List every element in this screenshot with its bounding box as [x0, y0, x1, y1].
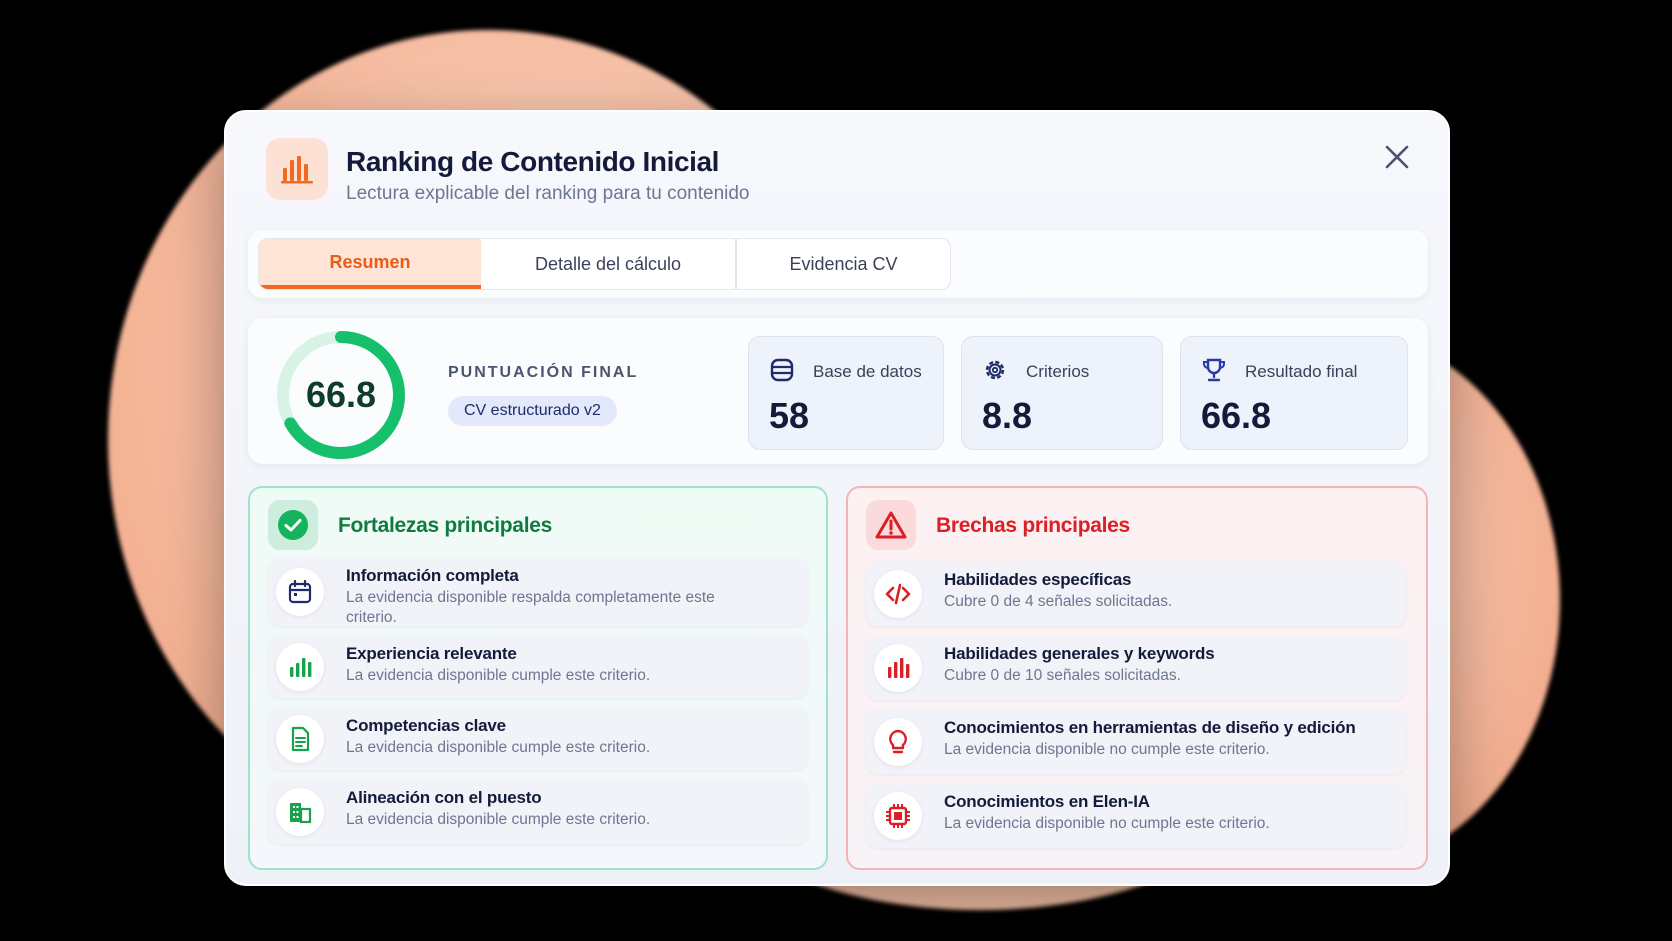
- gear-icon: [980, 355, 1010, 385]
- list-item: Alineación con el puesto La evidencia di…: [268, 780, 808, 844]
- chip-icon: [874, 792, 922, 840]
- tab-detalle-calculo[interactable]: Detalle del cálculo: [481, 239, 735, 289]
- stat-criterios: Criterios 8.8: [961, 336, 1163, 450]
- gaps-card: Brechas principales Habilidades específi…: [846, 486, 1428, 870]
- modal-title: Ranking de Contenido Inicial: [346, 146, 720, 177]
- list-item: Habilidades generales y keywords Cubre 0…: [866, 636, 1406, 700]
- gaps-title: Brechas principales: [936, 514, 1130, 537]
- item-desc: Cubre 0 de 10 señales solicitadas.: [944, 667, 1181, 684]
- item-desc: La evidencia disponible cumple este crit…: [346, 667, 651, 684]
- list-item: Información completa La evidencia dispon…: [268, 558, 808, 626]
- calendar-icon: [276, 568, 324, 616]
- list-item: Conocimientos en herramientas de diseño …: [866, 710, 1406, 774]
- list-item: Experiencia relevante La evidencia dispo…: [268, 636, 808, 698]
- item-title: Conocimientos en Elen-IA: [944, 792, 1150, 811]
- bar-chart-icon: [874, 644, 922, 692]
- list-item: Conocimientos en Elen-IA La evidencia di…: [866, 784, 1406, 848]
- stat-resultado-final: Resultado final 66.8: [1180, 336, 1408, 450]
- item-title: Alineación con el puesto: [346, 788, 542, 807]
- item-title: Competencias clave: [346, 716, 506, 735]
- item-title: Habilidades generales y keywords: [944, 644, 1215, 663]
- close-icon: [1385, 145, 1409, 169]
- item-desc: La evidencia disponible no cumple este c…: [944, 815, 1270, 832]
- strengths-title: Fortalezas principales: [338, 514, 552, 537]
- stat-value: 8.8: [982, 395, 1033, 436]
- bar-chart-icon: [276, 643, 324, 691]
- item-desc: La evidencia disponible no cumple este c…: [944, 741, 1270, 758]
- check-circle-icon: [268, 500, 318, 550]
- code-icon: [874, 570, 922, 618]
- stat-label: Base de datos: [813, 362, 922, 381]
- score-panel: 66.8 PUNTUACIÓN FINAL CV estructurado v2…: [248, 318, 1428, 464]
- item-desc: La evidencia disponible cumple este crit…: [346, 811, 651, 828]
- stat-value: 66.8: [1201, 395, 1272, 436]
- stat-label: Resultado final: [1245, 362, 1358, 381]
- bar-chart-icon: [266, 138, 328, 200]
- list-item: Habilidades específicas Cubre 0 de 4 señ…: [866, 562, 1406, 626]
- close-button[interactable]: [1380, 140, 1414, 174]
- stat-label: Criterios: [1026, 362, 1090, 381]
- tabs: Resumen Detalle del cálculo Evidencia CV: [258, 238, 951, 290]
- warning-icon: [866, 500, 916, 550]
- stat-base-datos: Base de datos 58: [748, 336, 944, 450]
- tab-resumen[interactable]: Resumen: [259, 239, 481, 289]
- tab-bar: Resumen Detalle del cálculo Evidencia CV: [248, 230, 1428, 298]
- stat-value: 58: [769, 395, 810, 436]
- tab-evidencia-cv[interactable]: Evidencia CV: [735, 239, 950, 289]
- document-icon: [276, 715, 324, 763]
- item-title: Experiencia relevante: [346, 644, 517, 663]
- version-badge: CV estructurado v2: [448, 396, 617, 426]
- database-icon: [767, 355, 797, 385]
- trophy-icon: [1199, 355, 1229, 385]
- item-desc: Cubre 0 de 4 señales solicitadas.: [944, 593, 1173, 610]
- score-value: 66.8: [305, 374, 377, 415]
- item-desc: La evidencia disponible respalda complet…: [346, 589, 715, 626]
- item-title: Habilidades específicas: [944, 570, 1132, 589]
- list-item: Competencias clave La evidencia disponib…: [268, 708, 808, 770]
- building-icon: [276, 788, 324, 836]
- modal-subtitle: Lectura explicable del ranking para tu c…: [346, 183, 750, 204]
- strengths-card: Fortalezas principales Información compl…: [248, 486, 828, 870]
- ranking-modal: Ranking de Contenido Inicial Lectura exp…: [224, 110, 1450, 886]
- item-desc: La evidencia disponible cumple este crit…: [346, 739, 651, 756]
- lightbulb-icon: [874, 718, 922, 766]
- score-label: PUNTUACIÓN FINAL: [448, 364, 639, 381]
- item-title: Conocimientos en herramientas de diseño …: [944, 718, 1356, 737]
- item-title: Información completa: [346, 566, 519, 585]
